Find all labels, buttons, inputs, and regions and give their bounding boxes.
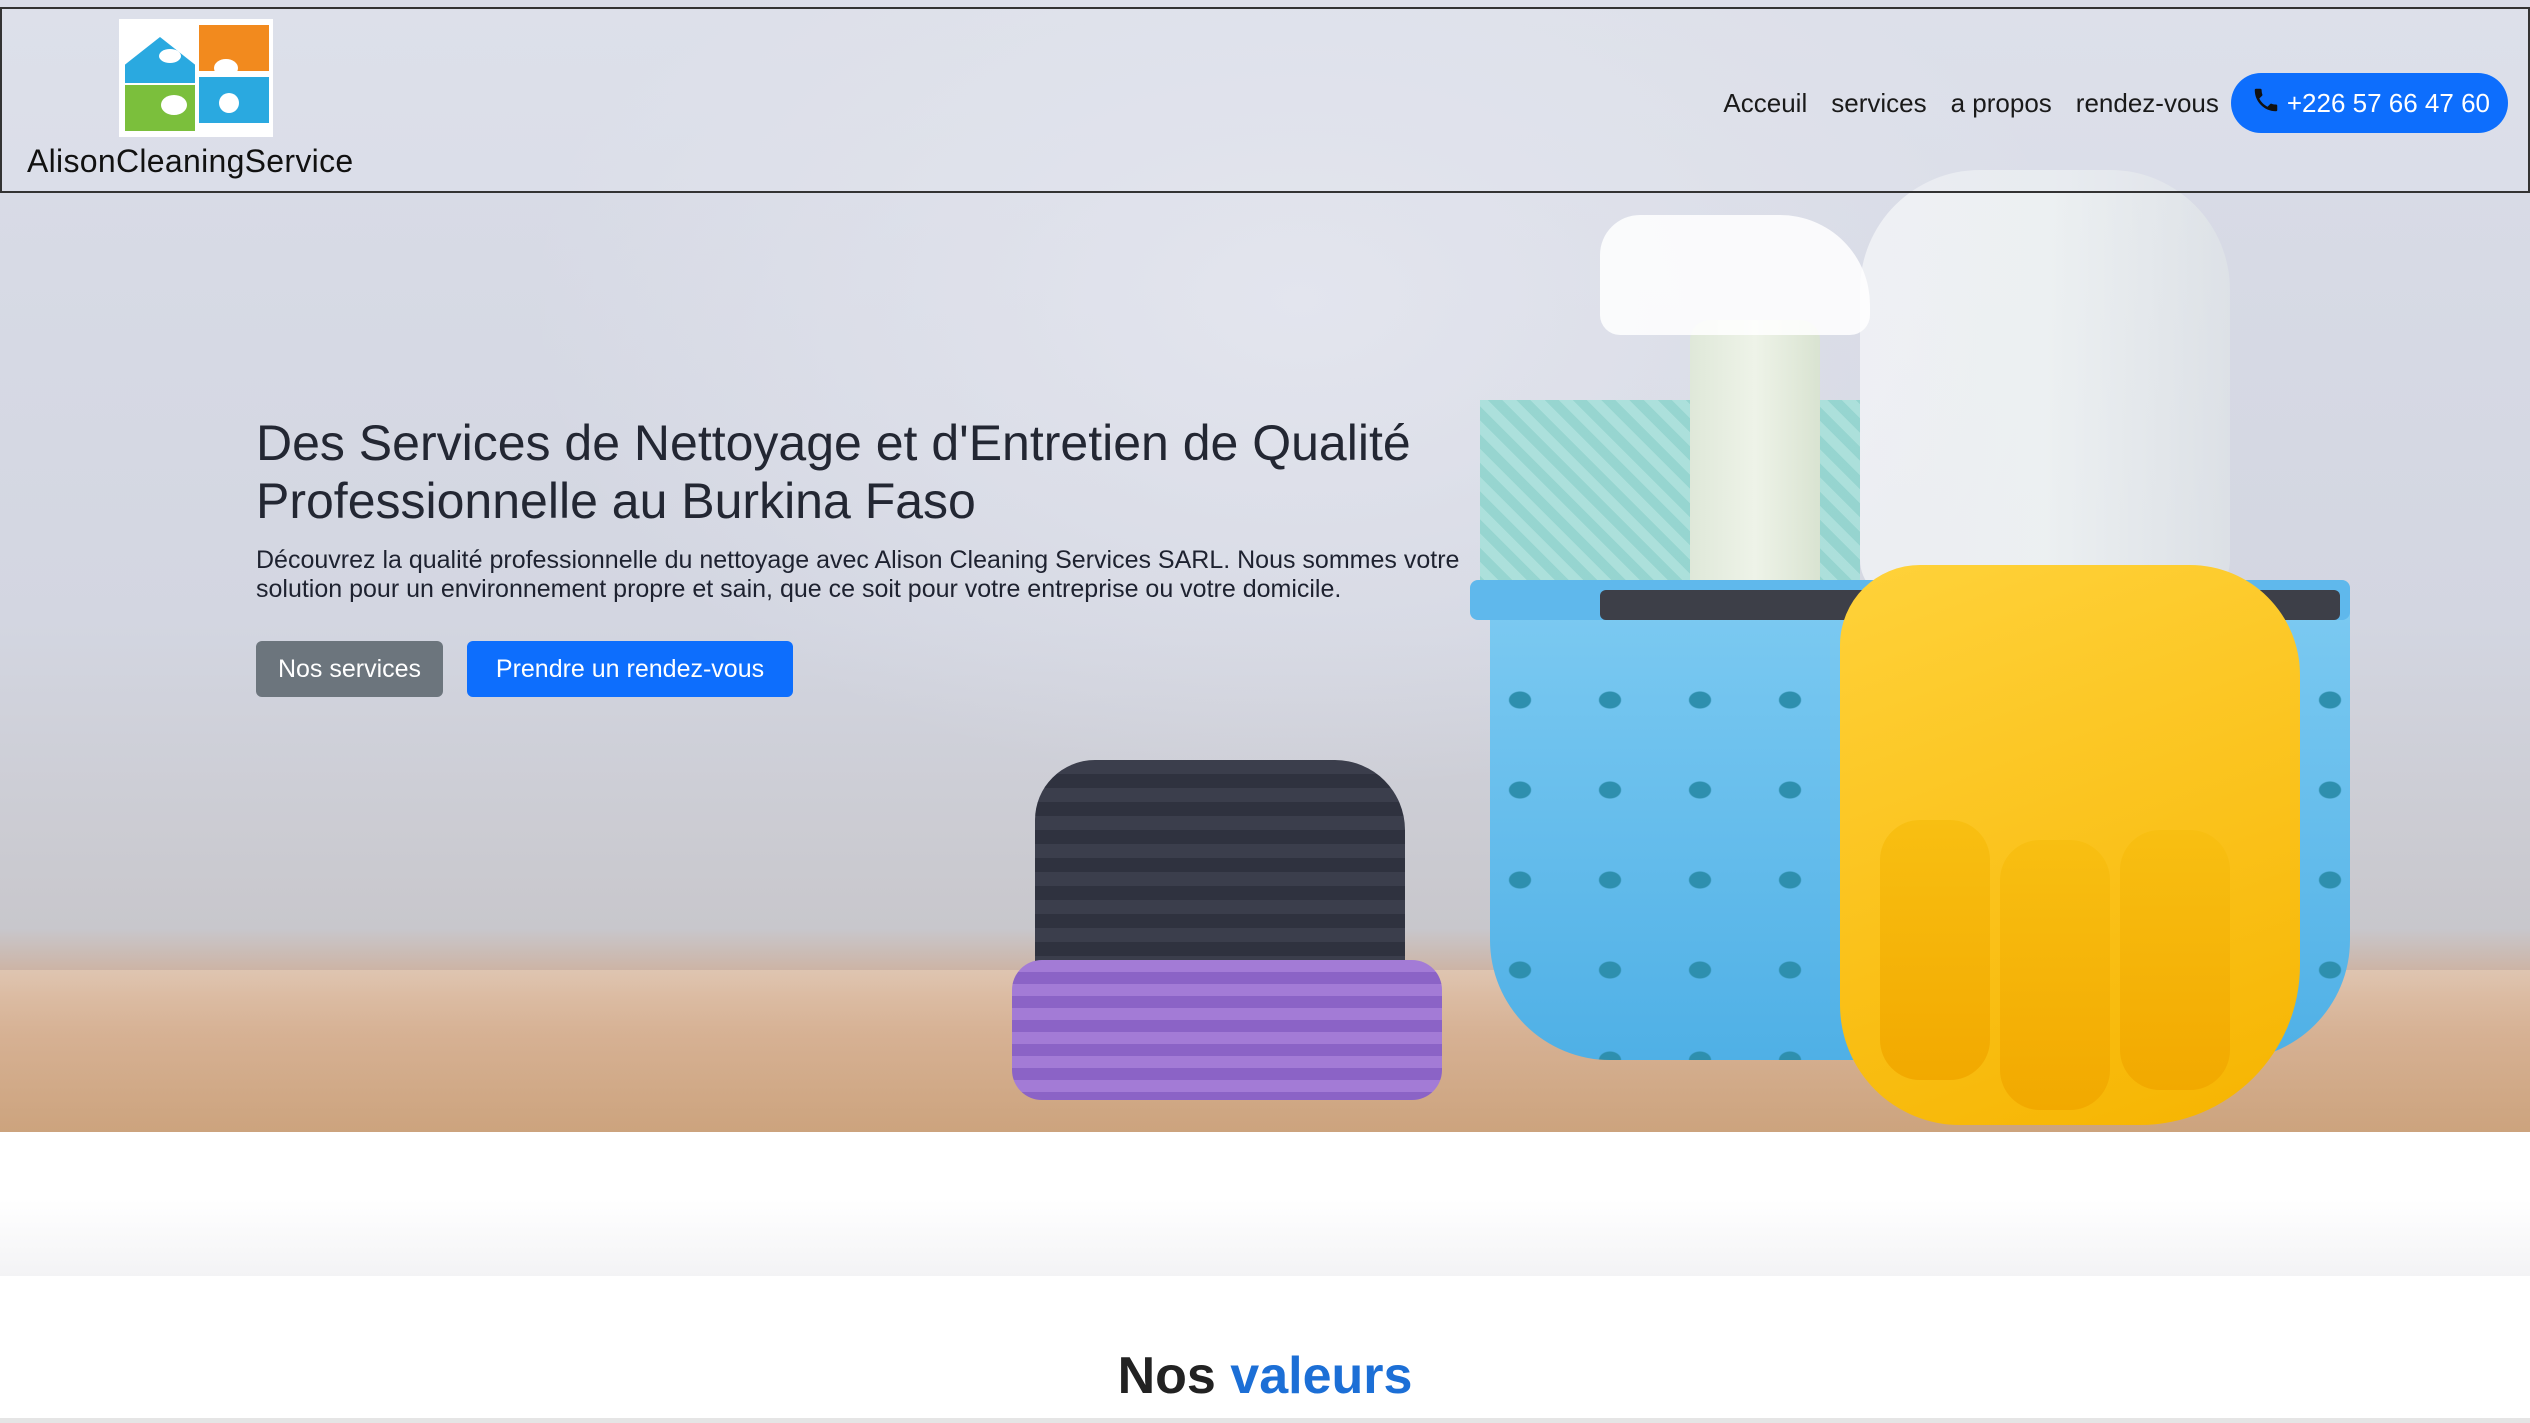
phone-number: +226 57 66 47 60 (2286, 87, 2490, 118)
prendre-rendez-vous-button[interactable]: Prendre un rendez-vous (467, 641, 793, 697)
hero-glove-finger (2120, 830, 2230, 1090)
phone-icon (2251, 85, 2281, 122)
nav-link-services[interactable]: services (1831, 88, 1926, 119)
logo-bubble-icon (219, 93, 239, 113)
hero-glove-finger (1880, 820, 1990, 1080)
nos-services-button[interactable]: Nos services (256, 641, 443, 697)
values-section-title: Nos valeurs (0, 1346, 2530, 1406)
nav-link-a-propos[interactable]: a propos (1951, 88, 2052, 119)
hero-title-line: Des Services de Nettoyage et d'Entretien… (256, 415, 1411, 471)
nav-link-rendez-vous[interactable]: rendez-vous (2076, 88, 2219, 119)
hero-glove-finger (2000, 840, 2110, 1110)
brand-logo[interactable] (119, 19, 273, 137)
hero-spray-bottle (1690, 320, 1820, 610)
hero-description-line: Découvrez la qualité professionnelle du … (256, 546, 1460, 574)
hero-purple-towel (1012, 960, 1442, 1100)
nav-link-acceuil[interactable]: Acceuil (1723, 88, 1807, 119)
site-header: AlisonCleaningService Acceuil services a… (0, 7, 2530, 193)
hero-title: Des Services de Nettoyage et d'Entretien… (256, 414, 1606, 530)
hero-detergent-bottle (1860, 170, 2230, 600)
bottom-divider (0, 1418, 2530, 1423)
logo-bubble-icon (161, 95, 187, 115)
hero-title-line: Professionnelle au Burkina Faso (256, 473, 976, 529)
brand-name[interactable]: AlisonCleaningService (27, 143, 353, 180)
logo-bubble-icon (214, 59, 238, 77)
main-nav: Acceuil services a propos rendez-vous +2… (1723, 73, 2508, 133)
phone-button[interactable]: +226 57 66 47 60 (2230, 73, 2508, 133)
hero-description-line: solution pour un environnement propre et… (256, 575, 1342, 603)
logo-bubble-icon (159, 49, 181, 63)
hero-spray-head (1600, 215, 1870, 335)
values-title-prefix: Nos (1117, 1347, 1216, 1405)
section-divider (0, 1200, 2530, 1276)
hero-description: Découvrez la qualité professionnelle du … (256, 546, 1596, 604)
values-title-accent: valeurs (1230, 1347, 1413, 1405)
